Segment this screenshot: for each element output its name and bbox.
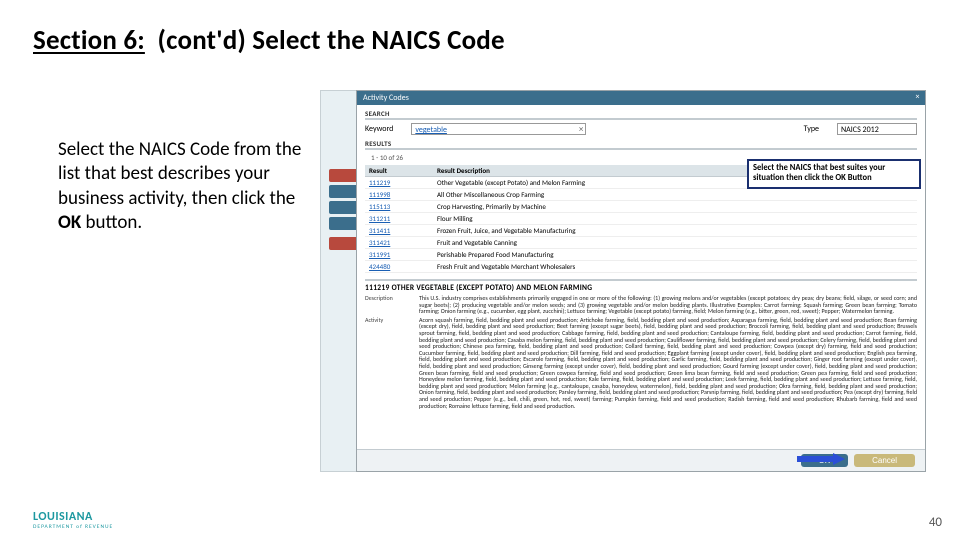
- cancel-button[interactable]: Cancel: [854, 454, 915, 467]
- results-header: RESULTS: [365, 139, 917, 150]
- logo: LOUISIANA DEPARTMENT of REVENUE: [33, 510, 113, 530]
- callout-box: Select the NAICS that best suites your s…: [747, 159, 921, 189]
- table-row[interactable]: 311411Frozen Fruit, Juice, and Vegetable…: [365, 225, 917, 237]
- title-section: Section 6:: [33, 24, 145, 57]
- desc-label: Description: [365, 295, 411, 315]
- instruction-text: Select the NAICS Code from the list that…: [58, 138, 310, 235]
- search-header: SEARCH: [365, 109, 917, 120]
- modal-footer: OK Cancel: [357, 449, 925, 471]
- page-number: 40: [929, 515, 942, 530]
- table-row[interactable]: 111998All Other Miscellaneous Crop Farmi…: [365, 189, 917, 201]
- arrow-icon: [797, 453, 845, 465]
- keyword-input[interactable]: vegetable ×: [411, 123, 586, 135]
- activity-label: Activity: [365, 317, 411, 409]
- modal-title: Activity Codes: [363, 93, 409, 103]
- modal-titlebar: Activity Codes ×: [357, 91, 925, 105]
- col-code: Result: [365, 165, 433, 177]
- desc-text: This U.S. industry comprises establishme…: [419, 295, 917, 315]
- type-select[interactable]: NAICS 2012: [837, 123, 917, 135]
- table-row[interactable]: 115113Crop Harvesting, Primarily by Mach…: [365, 201, 917, 213]
- title-rest: (cont'd) Select the NAICS Code: [158, 24, 505, 57]
- table-row[interactable]: 311421Fruit and Vegetable Canning: [365, 237, 917, 249]
- table-row[interactable]: 424480Fresh Fruit and Vegetable Merchant…: [365, 261, 917, 273]
- keyword-label: Keyword: [365, 124, 393, 134]
- activity-text: Acorn squash farming, field, bedding pla…: [419, 317, 917, 409]
- slide-title: Section 6: (cont'd) Select the NAICS Cod…: [33, 24, 505, 57]
- detail-header: 111219 OTHER VEGETABLE (EXCEPT POTATO) A…: [365, 279, 917, 293]
- close-icon[interactable]: ×: [913, 93, 922, 102]
- clear-icon[interactable]: ×: [579, 124, 583, 136]
- naics-modal: Activity Codes × SEARCH Keyword vegetabl…: [356, 90, 926, 472]
- table-row[interactable]: 311211Flour Milling: [365, 213, 917, 225]
- screenshot-container: Activity Codes × SEARCH Keyword vegetabl…: [320, 90, 926, 472]
- type-label: Type: [804, 124, 819, 134]
- table-row[interactable]: 311991Perishable Prepared Food Manufactu…: [365, 249, 917, 261]
